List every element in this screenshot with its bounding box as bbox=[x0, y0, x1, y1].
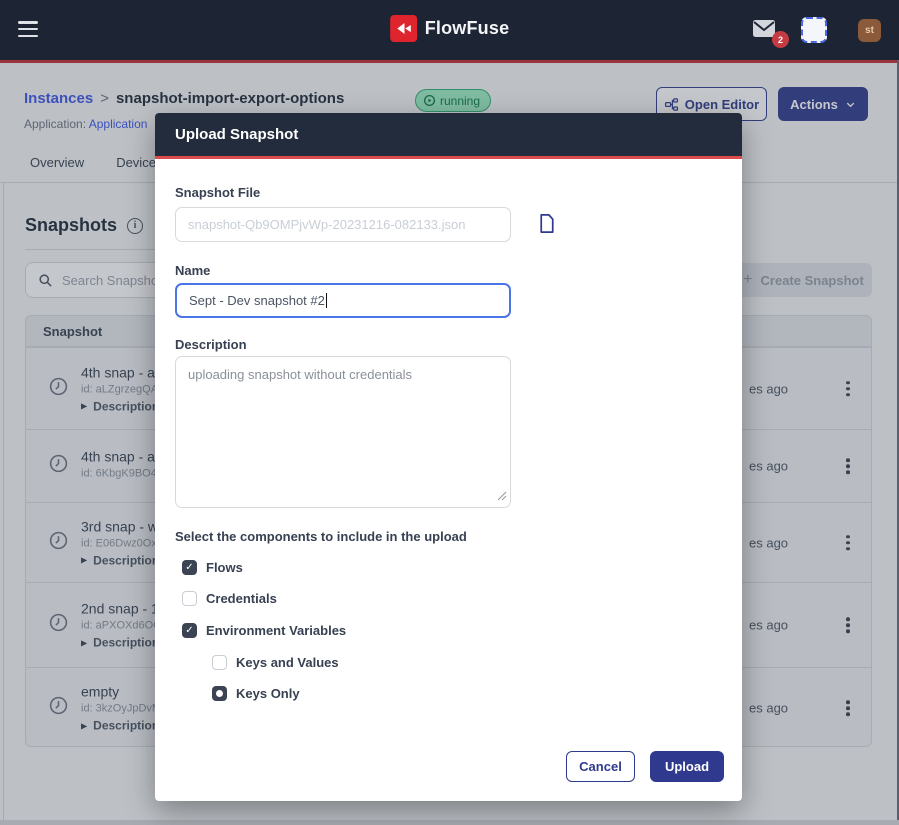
credentials-checkbox[interactable] bbox=[182, 591, 197, 606]
option-keys-only[interactable]: Keys Only bbox=[212, 683, 300, 703]
app-window: FlowFuse 2 st Instances > snapshot-impor… bbox=[0, 0, 899, 825]
option-flows[interactable]: Flows bbox=[182, 557, 243, 577]
environment-variables-checkbox[interactable] bbox=[182, 623, 197, 638]
notification-count-badge: 2 bbox=[772, 31, 789, 48]
components-section-label: Select the components to include in the … bbox=[175, 529, 467, 544]
modal-header: Upload Snapshot bbox=[155, 113, 742, 159]
brand: FlowFuse bbox=[390, 15, 510, 42]
snapshot-file-input[interactable]: snapshot-Qb9OMPjvWp-20231216-082133.json bbox=[175, 207, 511, 242]
flows-checkbox[interactable] bbox=[182, 560, 197, 575]
description-value: uploading snapshot without credentials bbox=[188, 367, 412, 382]
snapshot-file-placeholder: snapshot-Qb9OMPjvWp-20231216-082133.json bbox=[188, 217, 466, 232]
cancel-button[interactable]: Cancel bbox=[566, 751, 635, 782]
name-input-value: Sept - Dev snapshot #2 bbox=[189, 293, 325, 308]
file-picker-icon[interactable] bbox=[535, 212, 558, 240]
option-credentials[interactable]: Credentials bbox=[182, 588, 277, 608]
description-textarea[interactable]: uploading snapshot without credentials bbox=[175, 356, 511, 508]
option-environment-variables[interactable]: Environment Variables bbox=[182, 620, 346, 640]
flowfuse-logo-icon bbox=[390, 15, 417, 42]
text-caret bbox=[326, 293, 327, 308]
name-label: Name bbox=[175, 263, 210, 278]
hamburger-menu-icon[interactable] bbox=[18, 21, 38, 37]
resize-handle-icon[interactable] bbox=[497, 489, 507, 504]
apps-grid-icon[interactable] bbox=[801, 17, 827, 43]
option-keys-and-values[interactable]: Keys and Values bbox=[212, 652, 339, 672]
modal-title: Upload Snapshot bbox=[175, 126, 298, 143]
keys-and-values-label: Keys and Values bbox=[236, 655, 339, 670]
description-label: Description bbox=[175, 337, 247, 352]
snapshot-file-label: Snapshot File bbox=[175, 185, 260, 200]
window-bottom-edge bbox=[0, 820, 899, 825]
name-input[interactable]: Sept - Dev snapshot #2 bbox=[175, 283, 511, 318]
keys-only-radio[interactable] bbox=[212, 686, 227, 701]
user-avatar[interactable]: st bbox=[858, 19, 881, 42]
top-navbar: FlowFuse 2 st bbox=[0, 0, 899, 60]
flows-label: Flows bbox=[206, 560, 243, 575]
keys-only-label: Keys Only bbox=[236, 686, 300, 701]
upload-button[interactable]: Upload bbox=[650, 751, 724, 782]
brand-name: FlowFuse bbox=[425, 18, 510, 39]
keys-and-values-checkbox[interactable] bbox=[212, 655, 227, 670]
credentials-label: Credentials bbox=[206, 591, 277, 606]
environment-variables-label: Environment Variables bbox=[206, 623, 346, 638]
upload-snapshot-modal: Upload Snapshot Snapshot File snapshot-Q… bbox=[155, 113, 742, 801]
